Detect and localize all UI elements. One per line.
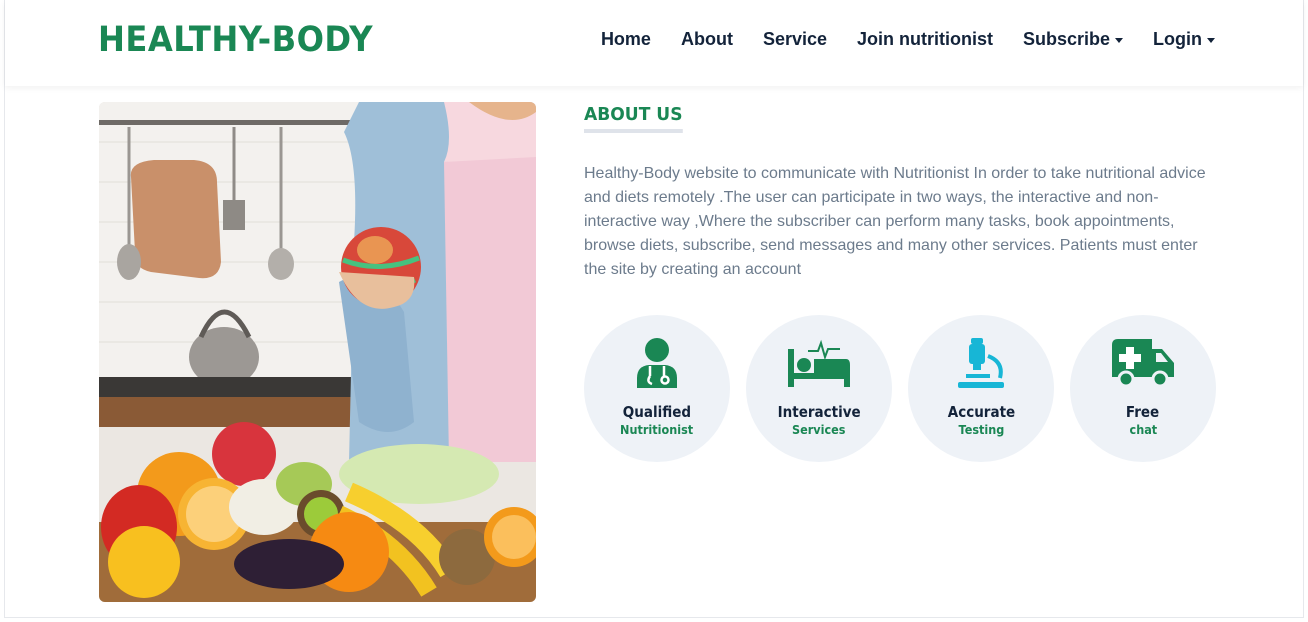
nav-subscribe-dropdown[interactable]: Subscribe [1022, 29, 1124, 50]
feature-accurate-testing[interactable]: Accurate Testing [908, 315, 1054, 462]
feature-title: Accurate [947, 403, 1015, 421]
about-us-description: Healthy-Body website to communicate with… [584, 165, 1206, 278]
nav-join-nutritionist[interactable]: Join nutritionist [857, 29, 993, 50]
feature-subtitle: Services [792, 422, 846, 437]
feature-subtitle: Testing [958, 422, 1004, 437]
feature-list: Qualified Nutritionist Interactive Servi… [584, 315, 1216, 462]
feature-title: Free [1126, 403, 1160, 421]
nav-login-dropdown[interactable]: Login [1153, 29, 1215, 50]
nav-about[interactable]: About [681, 29, 733, 50]
about-photo [99, 102, 536, 602]
nav-service[interactable]: Service [763, 29, 827, 50]
feature-free-chat[interactable]: Free chat [1070, 315, 1216, 462]
doctor-icon [637, 338, 677, 388]
nav-login-label: Login [1153, 29, 1202, 49]
nav-service-label: Service [762, 29, 827, 49]
navbar: HEALTHY-BODY Home About Service Join nut… [5, 0, 1303, 86]
nav-subscribe-label: Subscribe [1022, 29, 1111, 49]
nav-about-label: About [680, 29, 733, 49]
feature-title: Qualified [622, 403, 692, 421]
page-frame: HEALTHY-BODY Home About Service Join nut… [4, 0, 1304, 618]
caret-down-icon [1207, 38, 1215, 43]
nav-home[interactable]: Home [601, 29, 651, 50]
main-nav: Home About Service Join nutritionist Sub… [601, 29, 1215, 50]
nav-join-nutritionist-label: Join nutritionist [857, 29, 993, 49]
feature-subtitle: Nutritionist [620, 422, 694, 437]
caret-down-icon [1115, 38, 1124, 43]
feature-title: Interactive [777, 403, 861, 421]
about-us-heading: ABOUT US [584, 104, 683, 133]
ambulance-icon [1112, 339, 1174, 387]
feature-interactive-services[interactable]: Interactive Services [746, 315, 892, 462]
brand-logo[interactable]: HEALTHY-BODY [98, 20, 373, 60]
hospital-bed-icon [788, 339, 850, 387]
nav-home-label: Home [600, 29, 651, 49]
feature-qualified-nutritionist[interactable]: Qualified Nutritionist [584, 315, 730, 462]
microscope-icon [958, 338, 1004, 388]
feature-subtitle: chat [1129, 422, 1157, 437]
